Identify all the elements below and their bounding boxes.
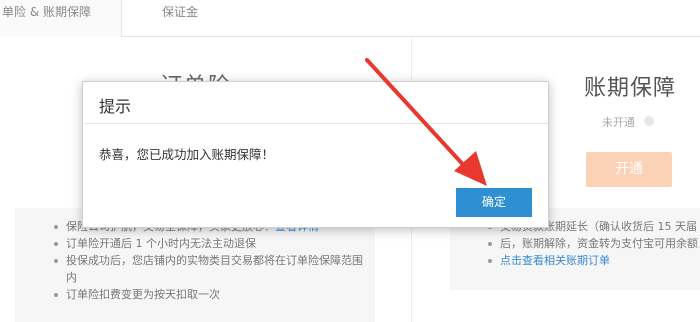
view-term-orders-link[interactable]: 点击查看相关账期订单 [500,254,610,267]
note-text: 订单险开通后 1 个小时内无法主动退保 [66,237,256,250]
note-text: 后，账期解除，资金转为支付宝可用余额 [500,237,698,250]
dialog-message: 恭喜，您已成功加入账期保障！ [99,147,275,162]
top-tab-bar: 单险 & 账期保障 保证金 [0,0,700,37]
list-item: 订单险开通后 1 个小时内无法主动退保 [50,235,370,252]
confirm-button[interactable]: 确定 [456,188,532,217]
list-item: 投保成功后，您店铺内的实物类目交易都将在订单险保障范围内 [50,252,370,286]
tab-deposit[interactable]: 保证金 [150,0,240,37]
dialog-header: 提示 [83,82,548,124]
note-text: 订单险扣费变更为按天扣取一次 [66,288,220,301]
order-insurance-notes: 保险公司护航，交易全保障，买家更放心！查看详情 订单险开通后 1 个小时内无法主… [50,218,370,303]
tab-insurance-guarantee[interactable]: 单险 & 账期保障 [0,0,122,37]
status-indicator-icon [644,116,654,126]
prompt-dialog: 提示 恭喜，您已成功加入账期保障！ 确定 [82,81,549,228]
list-item: 后，账期解除，资金转为支付宝可用余额 [484,235,700,252]
list-item: 点击查看相关账期订单 [484,252,700,269]
open-button[interactable]: 开通 [586,152,672,187]
dialog-title: 提示 [99,97,132,116]
payment-term-title: 账期保障 [584,76,677,101]
status-text: 未开通 [602,116,635,129]
note-text: 投保成功后，您店铺内的实物类目交易都将在订单险保障范围内 [66,254,363,284]
list-item: 订单险扣费变更为按天扣取一次 [50,286,370,303]
